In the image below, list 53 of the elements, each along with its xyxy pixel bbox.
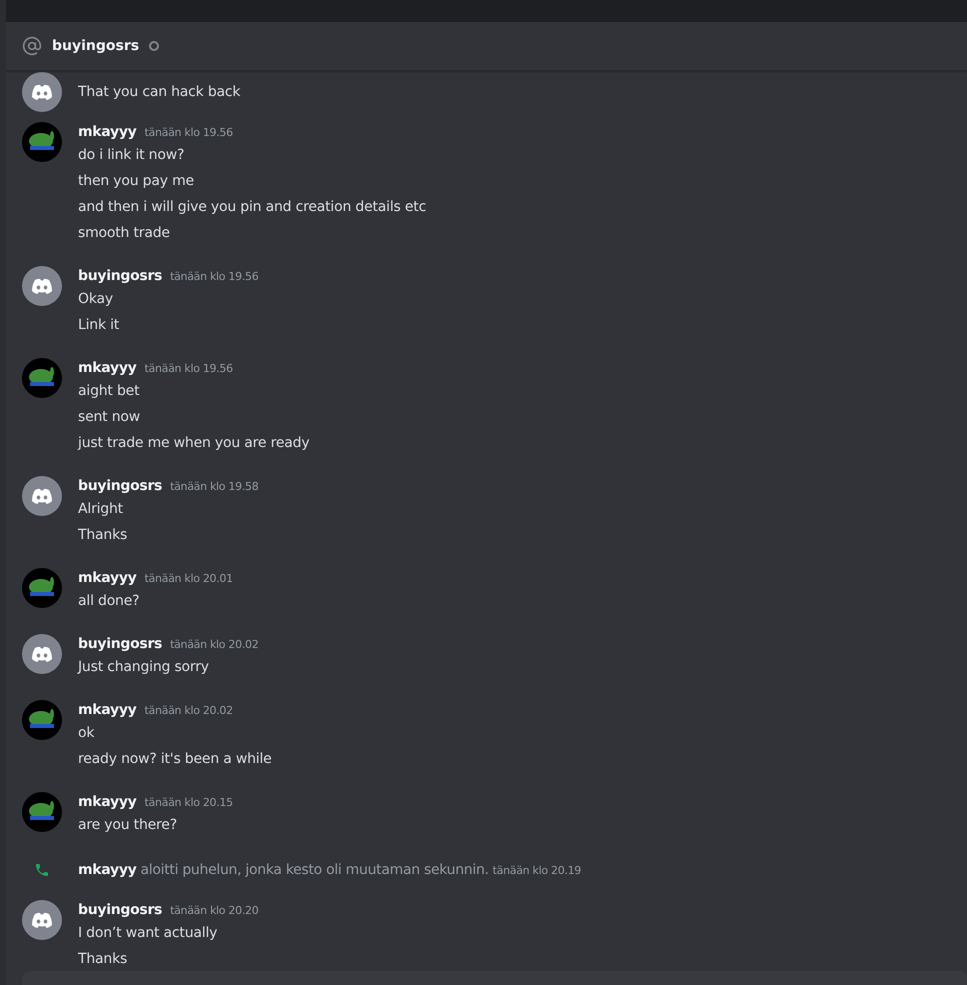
author-name[interactable]: buyingosrs — [78, 900, 162, 920]
message-text: Link it — [78, 316, 120, 335]
timestamp: tänään klo 19.56 — [170, 270, 258, 283]
message-text: are you there? — [78, 816, 178, 835]
message-text: ready now? it's been a while — [78, 750, 273, 769]
channel-name: buyingosrs — [52, 38, 140, 54]
controller-icon — [31, 278, 53, 294]
message-text: Just changing sorry — [78, 658, 210, 677]
message-text: That you can hack back — [78, 83, 242, 102]
message-text: just trade me when you are ready — [78, 434, 310, 453]
timestamp: tänään klo 20.19 — [492, 864, 581, 877]
controller-icon — [31, 84, 53, 100]
timestamp: tänään klo 19.56 — [144, 126, 233, 139]
author-name[interactable]: mkayyy — [78, 860, 136, 880]
timestamp: tänään klo 19.58 — [170, 480, 258, 493]
message-text: sent now — [78, 408, 142, 427]
author-name[interactable]: mkayyy — [78, 122, 136, 142]
timestamp: tänään klo 20.20 — [170, 904, 258, 917]
timestamp: tänään klo 20.15 — [144, 796, 233, 809]
at-sign-icon — [22, 36, 42, 56]
author-name[interactable]: mkayyy — [78, 568, 136, 588]
message-text: all done? — [78, 592, 140, 611]
message-text: ok — [78, 724, 96, 743]
message-text: then you pay me — [78, 172, 195, 191]
message-text: Okay — [78, 290, 114, 309]
avatar[interactable] — [22, 476, 62, 516]
avatar[interactable] — [22, 266, 62, 306]
message-text: smooth trade — [78, 224, 171, 243]
author-name[interactable]: buyingosrs — [78, 634, 162, 654]
message-text: Thanks — [78, 526, 128, 545]
timestamp: tänään klo 20.01 — [144, 572, 233, 585]
message-text: Thanks — [78, 950, 128, 969]
controller-icon — [31, 488, 53, 504]
avatar[interactable] — [22, 72, 62, 112]
phone-icon — [34, 862, 50, 878]
message-text: aight bet — [78, 382, 140, 401]
avatar[interactable] — [22, 900, 62, 940]
message-text: Alright — [78, 500, 124, 519]
controller-icon — [31, 646, 53, 662]
avatar[interactable] — [22, 634, 62, 674]
timestamp: tänään klo 20.02 — [144, 704, 233, 717]
timestamp: tänään klo 20.02 — [170, 638, 258, 651]
author-name[interactable]: mkayyy — [78, 792, 136, 812]
message-text: and then i will give you pin and creation details etc — [78, 198, 428, 217]
message-text: I don’t want actually — [78, 924, 218, 943]
author-name[interactable]: mkayyy — [78, 700, 136, 720]
author-name[interactable]: buyingosrs — [78, 266, 162, 286]
timestamp: tänään klo 19.56 — [144, 362, 233, 375]
author-name[interactable]: mkayyy — [78, 358, 136, 378]
call-notice: aloitti puhelun, jonka kesto oli muutaman sekunnin. — [140, 862, 489, 878]
author-name[interactable]: buyingosrs — [78, 476, 162, 496]
controller-icon — [31, 912, 53, 928]
message-text: do i link it now? — [78, 146, 186, 165]
